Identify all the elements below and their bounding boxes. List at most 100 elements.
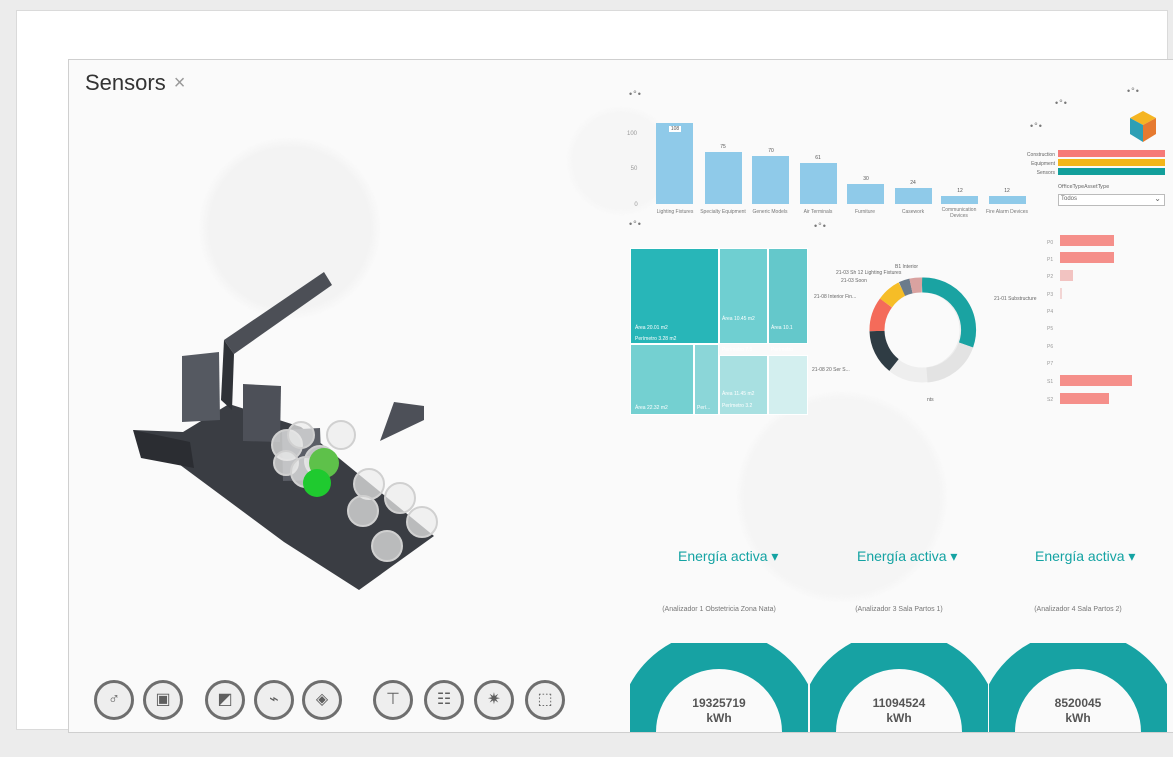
sensors-card: Sensors × •°• 100 50 0 108 75 70 61 30 2… (16, 10, 1173, 733)
donut-chart[interactable] (852, 267, 992, 393)
menu-dots-icon[interactable]: •°• (814, 221, 827, 231)
energy-dropdown-label: Energía activa (857, 548, 947, 564)
energy-dropdown-3[interactable]: Energía activa ▾ (1035, 548, 1135, 565)
y-axis-tick-0: 0 (634, 202, 638, 208)
right-bar-label: P4 (1047, 309, 1054, 315)
bar-air-terminals[interactable] (800, 163, 837, 204)
right-bar-label: S2 (1047, 397, 1054, 403)
treemap-label: Área 10.45 m2 (722, 316, 755, 322)
menu-dots-icon[interactable]: •°• (1055, 98, 1068, 108)
bar-casework[interactable] (895, 188, 932, 204)
energy-dropdown-label: Energía activa (678, 548, 768, 564)
donut-label: 21-03 Sh 12 Lighting Fixtures (836, 270, 902, 276)
gauge-number: 11094524 (872, 696, 926, 710)
legend-swatch-equipment (1058, 159, 1165, 166)
treemap-cell[interactable] (719, 248, 768, 344)
fullscreen-icon: ⬚ (537, 691, 553, 708)
chevron-down-icon: ⌄ (1154, 194, 1161, 203)
settings-button[interactable]: ✷ (474, 680, 514, 720)
donut-label: 21-03 Soon (841, 278, 867, 284)
donut-label: 21-01 Substructure (994, 296, 1037, 302)
menu-dots-icon[interactable]: •°• (1127, 86, 1140, 96)
treemap-label: Perímetro 3.2 (722, 403, 753, 409)
bar-category-label: Air Terminals (803, 209, 833, 215)
gauge-value-1: 19325719 kWh (659, 696, 779, 726)
right-bar-s1[interactable] (1060, 375, 1132, 386)
chart-menu-icon[interactable]: •°• (629, 89, 642, 99)
treemap-label: Área 10.1 (771, 325, 793, 331)
right-bar-p1[interactable] (1060, 252, 1114, 263)
treemap-label: Perímetro 3.28 m2 (635, 336, 677, 342)
right-bar-label: S1 (1047, 379, 1054, 385)
fullscreen-button[interactable]: ⬚ (525, 680, 565, 720)
right-bar-label: P5 (1047, 326, 1054, 332)
right-bar-label: P0 (1047, 240, 1054, 246)
bar-category-label: Casework (901, 209, 925, 215)
gauge-unit: kWh (886, 711, 912, 725)
y-axis-tick-100: 100 (626, 131, 637, 137)
hierarchy-icon: ⊤ (386, 691, 400, 708)
cube-logo-icon (1130, 111, 1156, 142)
legend-label: Construction (1026, 152, 1055, 158)
bar-generic-models[interactable] (752, 156, 789, 204)
menu-dots-icon[interactable]: •°• (1030, 121, 1043, 131)
y-axis-tick-50: 50 (630, 166, 638, 172)
energy-dropdown-1[interactable]: Energía activa ▾ (678, 548, 778, 565)
type-select-value: Todos (1061, 196, 1078, 202)
bar-furniture[interactable] (847, 184, 884, 204)
right-bar-p3[interactable] (1060, 288, 1062, 299)
model-browser-button[interactable]: ◈ (302, 680, 342, 720)
person-button[interactable]: ♂ (94, 680, 134, 720)
menu-dots-icon[interactable]: •°• (629, 219, 642, 229)
donut-label: 21-08 20 Ser S... (812, 367, 850, 373)
bar-value-label: 12 (1004, 188, 1010, 194)
donut-label: 21-08 Interior Fin... (814, 294, 857, 300)
properties-button[interactable]: ☷ (424, 680, 464, 720)
camera-button[interactable]: ▣ (143, 680, 183, 720)
right-bar-label: P6 (1047, 344, 1054, 350)
bar-lighting-fixtures[interactable] (656, 123, 693, 204)
analyzer-label: (Analizador 4 Sala Partos 2) (1034, 606, 1122, 613)
bar-specialty-equipment[interactable] (705, 152, 742, 204)
hierarchy-button[interactable]: ⊤ (373, 680, 413, 720)
gauge-value-3: 8520045 kWh (1018, 696, 1138, 726)
treemap-label: Área 11.45 m2 (722, 391, 755, 397)
bar-value-label: 61 (815, 155, 821, 161)
ruler-icon: ⌁ (269, 691, 279, 708)
bar-value-label: 24 (910, 180, 916, 186)
right-bar-p2[interactable] (1060, 270, 1073, 281)
bar-category-label: Specialty Equipment (700, 209, 746, 215)
treemap-label: Perímetro 7.5 (722, 347, 753, 353)
bar-category-label: Lighting Fixtures (656, 209, 694, 215)
legend-label: Equipment (1031, 161, 1055, 167)
measure-button[interactable]: ⌁ (254, 680, 294, 720)
legend-swatch-sensors (1058, 168, 1165, 175)
building-3d-view[interactable] (124, 270, 454, 600)
right-bar-label: P3 (1047, 292, 1054, 298)
right-bar-label: P7 (1047, 361, 1054, 367)
legend-swatch-construction (1058, 150, 1165, 157)
camera-icon: ▣ (155, 691, 171, 708)
bar-fire-alarm-devices[interactable] (989, 196, 1026, 204)
bar-value-label: 30 (863, 176, 869, 182)
right-bar-s2[interactable] (1060, 393, 1109, 404)
section-button[interactable]: ◩ (205, 680, 245, 720)
gauge-unit: kWh (706, 711, 732, 725)
energy-dropdown-label: Energía activa (1035, 548, 1125, 564)
bar-communication-devices[interactable] (941, 196, 978, 204)
treemap-cell[interactable] (768, 355, 808, 415)
bar-value-label: 12 (957, 188, 963, 194)
energy-dropdown-2[interactable]: Energía activa ▾ (857, 548, 957, 565)
analyzer-label: (Analizador 3 Sala Partos 1) (855, 606, 943, 613)
properties-icon: ☷ (436, 691, 452, 708)
settings-icon: ✷ (487, 691, 501, 708)
gauge-unit: kWh (1065, 711, 1091, 725)
main-panel: Sensors × •°• 100 50 0 108 75 70 61 30 2… (68, 59, 1173, 733)
cube-section-icon: ◩ (217, 691, 233, 708)
right-bar-p0[interactable] (1060, 235, 1114, 246)
bar-category-label: Fire Alarm Devices (986, 209, 1028, 215)
type-select[interactable]: Todos ⌄ (1058, 194, 1165, 206)
active-sensor-marker-2[interactable] (303, 469, 331, 497)
bar-value-label: 70 (768, 148, 774, 154)
bar-category-label: Furniture (854, 209, 875, 215)
